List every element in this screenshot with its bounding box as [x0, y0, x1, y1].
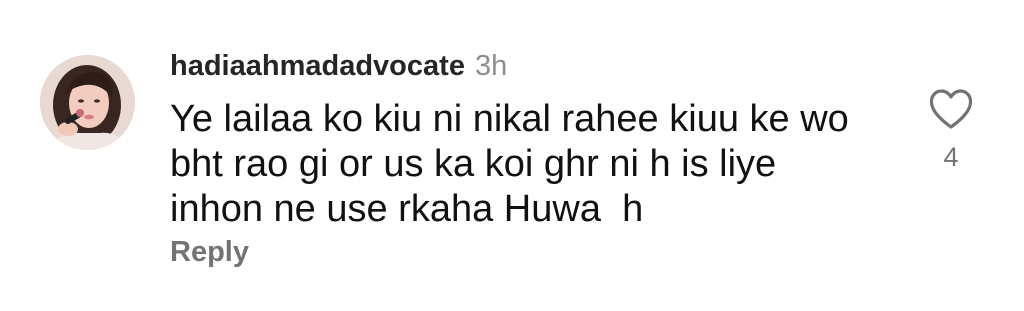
like-count: 4 [943, 142, 959, 172]
comment-text: Ye lailaa ko kiu ni nikal rahee kiuu ke … [170, 98, 849, 230]
avatar[interactable] [40, 55, 135, 150]
timestamp: 3h [474, 50, 508, 82]
avatar-image [40, 55, 135, 150]
heart-outline-icon [929, 89, 973, 129]
comment-header: hadiaahmadadvocate 3h [170, 50, 507, 83]
like-button[interactable] [928, 88, 974, 130]
comment-item: hadiaahmadadvocate 3h Ye lailaa ko kiu n… [0, 0, 1024, 311]
reply-button[interactable]: Reply [170, 236, 249, 269]
username[interactable]: hadiaahmadadvocate [170, 50, 465, 83]
